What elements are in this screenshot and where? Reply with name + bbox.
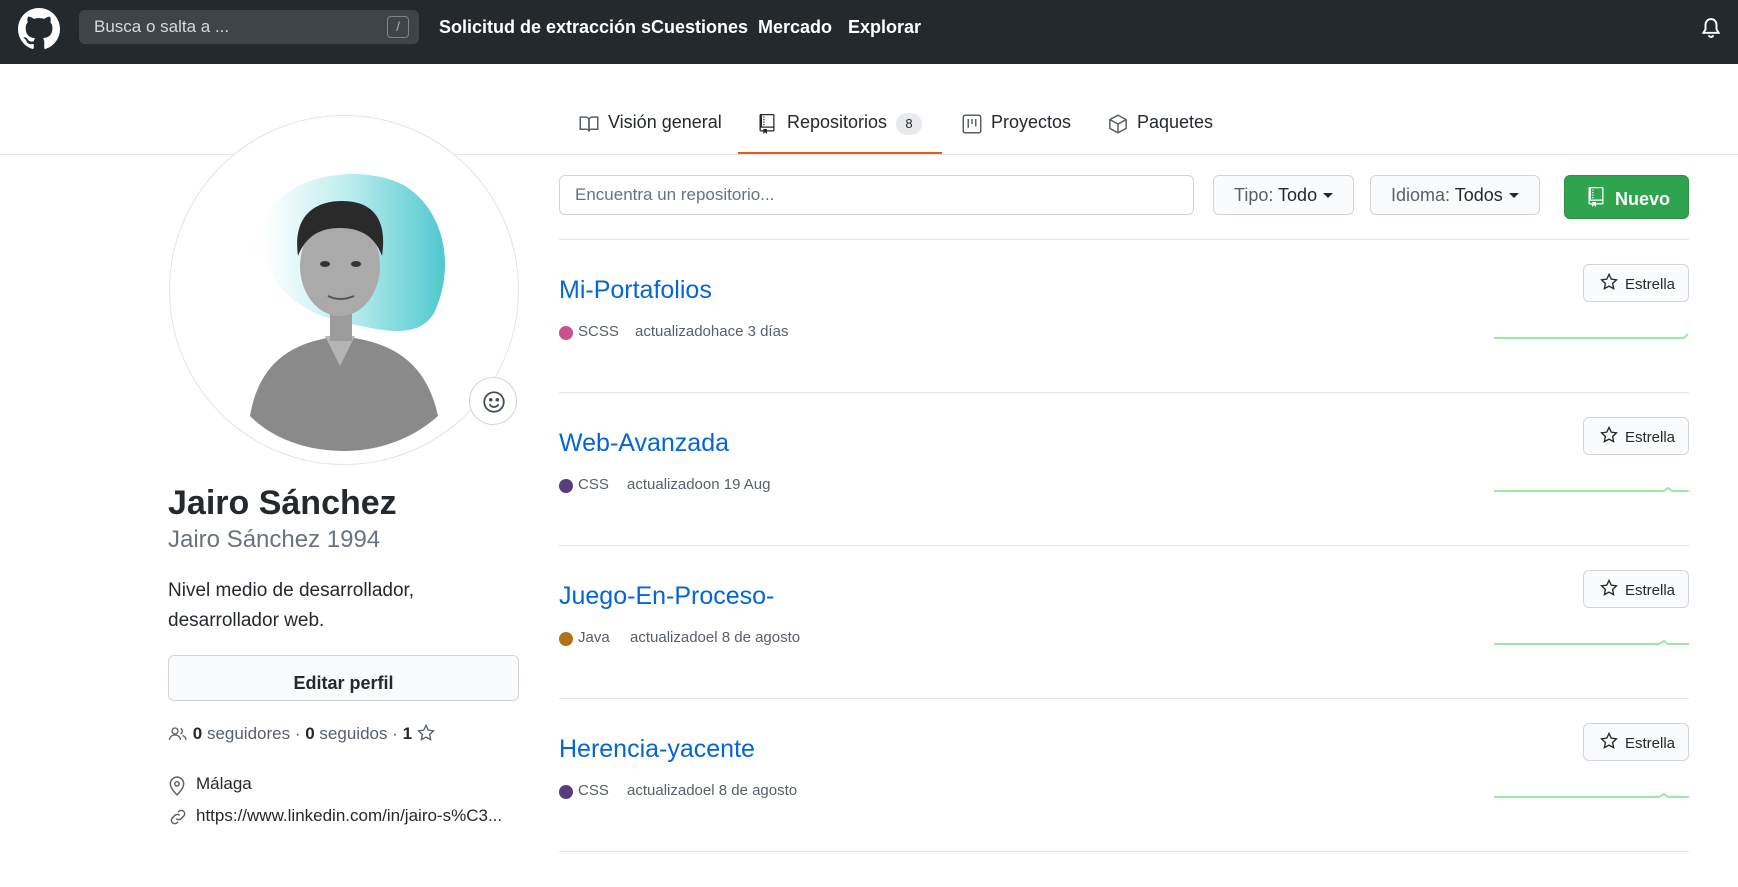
star-icon <box>1600 579 1618 596</box>
star-button-label: Estrella <box>1625 276 1676 293</box>
nav-pull-requests[interactable]: Solicitud de extracción s <box>439 17 651 38</box>
package-icon <box>1109 114 1127 134</box>
location-icon <box>169 776 185 796</box>
repo-list-item: Juego-En-Proceso- Java actualizadoel 8 d… <box>559 570 1689 734</box>
list-divider <box>559 851 1689 852</box>
avatar[interactable] <box>169 115 519 465</box>
star-button[interactable]: Estrella <box>1583 723 1689 761</box>
repo-name-link[interactable]: Web-Avanzada <box>559 429 729 458</box>
repo-updated-time: actualizadoon 19 Aug <box>627 476 771 493</box>
repo-icon <box>1588 187 1604 207</box>
set-status-button[interactable] <box>469 377 517 425</box>
repo-search-input[interactable] <box>559 175 1194 215</box>
star-icon <box>1600 426 1618 443</box>
smiley-icon <box>483 391 505 413</box>
nav-explore[interactable]: Explorar <box>848 17 921 38</box>
language-filter-dropdown[interactable]: Idioma: Todos <box>1370 175 1540 215</box>
list-divider <box>559 545 1689 546</box>
tab-repositories-label: Repositorios <box>787 112 888 132</box>
caret-down-icon <box>1323 193 1334 198</box>
followers-count[interactable]: 0 <box>193 724 202 743</box>
repositories-count-badge: 8 <box>896 113 922 135</box>
nav-marketplace[interactable]: Mercado <box>758 17 832 38</box>
star-button-label: Estrella <box>1625 429 1676 446</box>
new-button-label: Nuevo <box>1615 189 1671 209</box>
language-color-dot <box>559 479 573 493</box>
followers-label[interactable]: seguidores <box>207 724 290 743</box>
profile-full-name: Jairo Sánchez <box>168 484 397 522</box>
profile-username: Jairo Sánchez 1994 <box>168 526 381 553</box>
tab-projects-label: Proyectos <box>991 112 1072 132</box>
type-filter-label: Tipo: <box>1234 185 1274 205</box>
repo-language: SCSS <box>578 323 619 340</box>
edit-profile-button[interactable]: Editar perfil <box>168 655 519 701</box>
following-count[interactable]: 0 <box>305 724 314 743</box>
slash-shortcut-badge: / <box>387 16 409 38</box>
repo-updated-time: actualizadoel 8 de agosto <box>630 629 801 646</box>
repo-list-item: Mi-Portafolios SCSS actualizadohace 3 dí… <box>559 264 1689 428</box>
github-logo-icon[interactable] <box>18 8 60 50</box>
repo-updated-time: actualizadoel 8 de agosto <box>627 782 798 799</box>
repo-list-item: Web-Avanzada CSS actualizadoon 19 Aug Es… <box>559 417 1689 581</box>
tab-repositories[interactable]: Repositorios 8 <box>738 108 942 154</box>
tab-overview[interactable]: Visión general <box>579 108 722 154</box>
list-divider <box>559 239 1689 240</box>
list-divider <box>559 392 1689 393</box>
new-repository-button[interactable]: Nuevo <box>1564 175 1689 219</box>
avatar-photo <box>250 173 445 451</box>
star-button[interactable]: Estrella <box>1583 417 1689 455</box>
notification-bell-icon[interactable] <box>1700 16 1722 40</box>
repo-language: CSS <box>578 476 609 493</box>
star-icon <box>416 723 435 741</box>
activity-sparkline <box>1494 333 1689 339</box>
star-button[interactable]: Estrella <box>1583 264 1689 302</box>
project-icon <box>962 114 982 134</box>
caret-down-icon <box>1508 193 1519 198</box>
link-icon <box>170 809 186 825</box>
stats-separator: · <box>290 724 306 743</box>
tab-projects[interactable]: Proyectos <box>962 108 1072 154</box>
profile-bio: Nivel medio de desarrollador, desarrolla… <box>168 580 415 631</box>
top-header: / Solicitud de extracción s Cuestiones M… <box>0 0 1738 64</box>
language-filter-value: Todos <box>1454 185 1503 205</box>
activity-sparkline <box>1494 486 1689 492</box>
activity-sparkline <box>1494 792 1689 798</box>
repo-name-link[interactable]: Juego-En-Proceso- <box>559 582 774 611</box>
tab-packages[interactable]: Paquetes <box>1108 108 1218 154</box>
book-icon <box>579 116 599 132</box>
type-filter-dropdown[interactable]: Tipo: Todo <box>1213 175 1355 215</box>
repo-icon <box>759 114 775 134</box>
repo-language: Java <box>578 629 610 646</box>
language-color-dot <box>559 632 573 646</box>
global-search[interactable]: / <box>79 10 419 44</box>
star-icon <box>1600 273 1618 290</box>
list-divider <box>559 698 1689 699</box>
star-button-label: Estrella <box>1625 735 1676 752</box>
nav-issues[interactable]: Cuestiones <box>651 17 748 38</box>
repo-name-link[interactable]: Mi-Portafolios <box>559 276 712 305</box>
following-label[interactable]: seguidos <box>319 724 387 743</box>
location-text: Málaga <box>196 774 252 793</box>
stats-separator: · <box>387 724 403 743</box>
people-icon <box>168 727 187 741</box>
type-filter-value: Todo <box>1278 185 1318 205</box>
follow-stats: 0 seguidores · 0 seguidos · 1 <box>168 723 435 744</box>
star-icon <box>1600 732 1618 749</box>
language-color-dot <box>559 785 573 799</box>
language-color-dot <box>559 326 573 340</box>
website-link[interactable]: https://www.linkedin.com/in/jairo-s%C3..… <box>196 806 502 826</box>
repo-language: CSS <box>578 782 609 799</box>
tab-overview-label: Visión general <box>608 112 722 132</box>
language-filter-label: Idioma: <box>1391 185 1451 205</box>
star-button-label: Estrella <box>1625 582 1676 599</box>
repo-updated-time: actualizadohace 3 días <box>635 323 789 340</box>
global-search-input[interactable] <box>79 10 419 44</box>
repo-list-item: Herencia-yacente CSS actualizadoel 8 de … <box>559 723 1689 887</box>
repo-name-link[interactable]: Herencia-yacente <box>559 735 755 764</box>
activity-sparkline <box>1494 639 1689 645</box>
star-button[interactable]: Estrella <box>1583 570 1689 608</box>
tab-packages-label: Paquetes <box>1137 112 1214 132</box>
stars-count[interactable]: 1 <box>403 724 412 743</box>
